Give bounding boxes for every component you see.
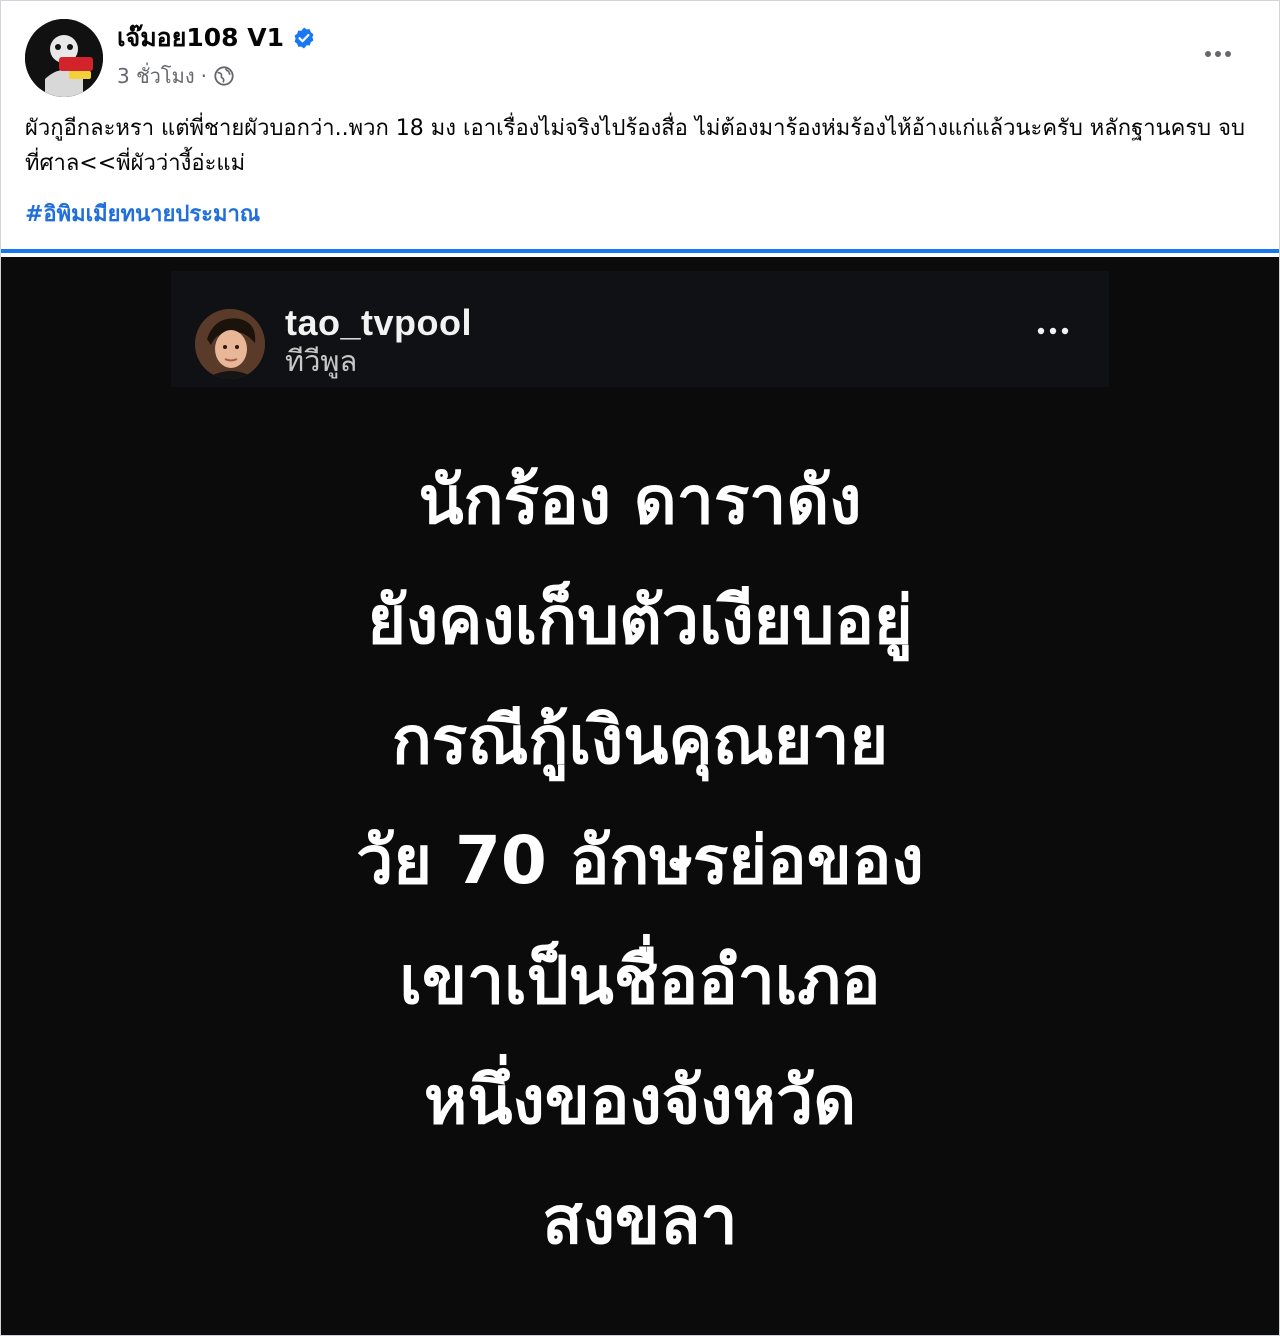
media-top-border	[1, 249, 1279, 253]
instagram-subtitle: ทีวีพูล	[285, 344, 358, 378]
headline-line: สงขลา	[542, 1182, 738, 1259]
globe-icon[interactable]	[213, 65, 235, 87]
instagram-post-header: tao_tvpool ทีวีพูล	[171, 271, 1109, 387]
more-horizontal-icon	[1037, 327, 1069, 335]
instagram-avatar-image	[195, 309, 265, 379]
post-header: เจ๊มอย108 V1 3 ชั่วโมง · ผัวกูอีกละหรา แ…	[1, 1, 1279, 253]
post-timestamp[interactable]: 3 ชั่วโมง	[117, 61, 195, 91]
post-caption: ผัวกูอีกละหรา แต่พี่ชายผัวบอกว่า..พวก 18…	[25, 116, 1245, 176]
more-options-icon[interactable]	[1201, 37, 1235, 71]
meta-separator: ·	[200, 64, 207, 88]
post-photo[interactable]: tao_tvpool ทีวีพูล นักร้อง ดาราดัง ยังคง…	[1, 257, 1279, 1335]
page-avatar-image	[25, 19, 103, 97]
headline-line: กรณีกู้เงินคุณยาย	[391, 702, 889, 779]
headline-text-block: นักร้อง ดาราดัง ยังคงเก็บตัวเงียบอยู่ กร…	[171, 441, 1109, 1281]
headline-line: เขาเป็นชื่ออำเภอ	[399, 942, 881, 1019]
hashtag-link[interactable]: #อิพิมเมียทนายประมาณ	[25, 197, 260, 233]
headline-line: นักร้อง ดาราดัง	[418, 462, 862, 539]
facebook-post: เจ๊มอย108 V1 3 ชั่วโมง · ผัวกูอีกละหรา แ…	[0, 0, 1280, 1336]
headline-line: วัย 70 อักษรย่อของ	[356, 822, 924, 899]
page-name[interactable]: เจ๊มอย108 V1	[117, 21, 284, 55]
headline-line: หนึ่งของจังหวัด	[423, 1062, 857, 1139]
instagram-avatar	[195, 309, 265, 379]
headline-line: ยังคงเก็บตัวเงียบอยู่	[367, 582, 913, 659]
post-meta: 3 ชั่วโมง ·	[117, 61, 235, 91]
page-name-row: เจ๊มอย108 V1	[117, 21, 316, 55]
verified-badge-icon	[294, 27, 314, 49]
page-avatar[interactable]	[25, 19, 103, 97]
